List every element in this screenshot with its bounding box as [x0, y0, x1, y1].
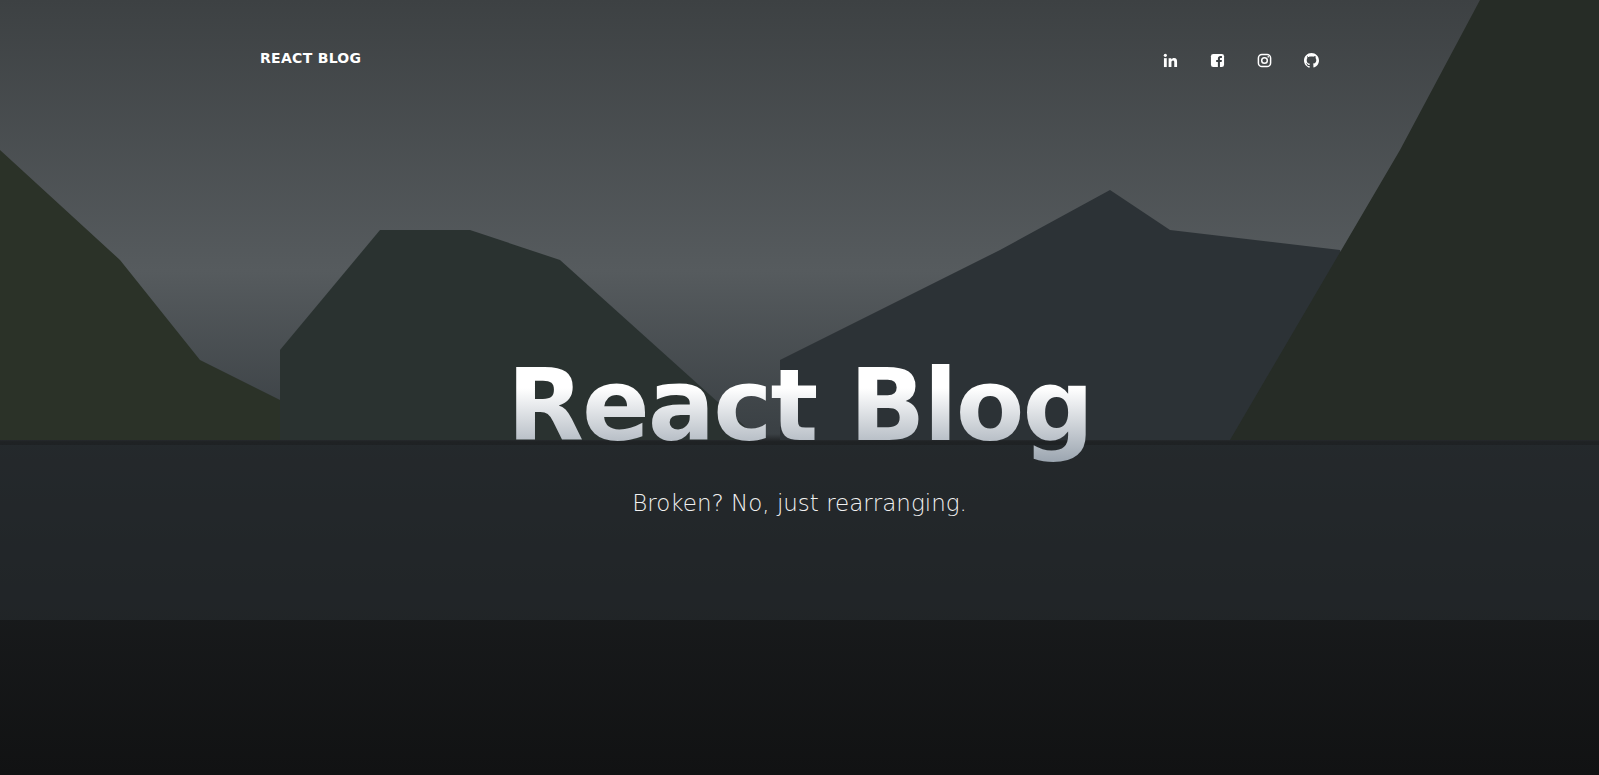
instagram-icon[interactable] [1257, 53, 1272, 68]
hero-subtitle: Broken? No, just rearranging. [632, 489, 967, 519]
github-icon[interactable] [1304, 53, 1319, 68]
hero-content: React Blog Broken? No, just rearranging. [0, 72, 1599, 775]
social-links [1163, 49, 1319, 68]
brand-logo[interactable]: REACT BLOG [260, 50, 361, 66]
facebook-icon[interactable] [1210, 53, 1225, 68]
hero-title: React Blog [507, 348, 1092, 463]
linkedin-icon[interactable] [1163, 53, 1178, 68]
top-bar: REACT BLOG [0, 0, 1599, 72]
hero: REACT BLOG React Blog Broken? No, just r… [0, 0, 1599, 775]
